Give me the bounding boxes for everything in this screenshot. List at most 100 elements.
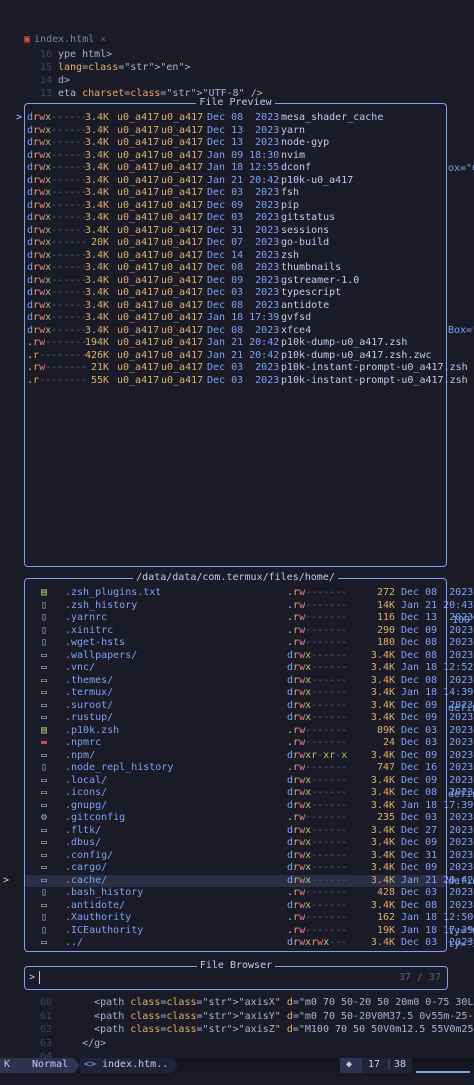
browser-row[interactable]: ▭ .gnupg/drwx------ 3.4K Jan 18 17:39 xyxy=(25,799,473,813)
date: Jan 18 17:39 xyxy=(207,312,280,323)
permissions: .rw------- xyxy=(287,587,348,598)
file-browser-prompt[interactable]: File Browser > 37 / 37 xyxy=(24,960,448,990)
browser-row[interactable]: ▯ .ICEauthority .rw------- 19K Jan 18 17:39 xyxy=(25,924,473,938)
folder-icon: ▭ xyxy=(40,662,48,673)
folder-icon: ▭ xyxy=(40,874,48,886)
entry-name: .dbus/ xyxy=(65,837,102,848)
browser-row[interactable]: ▯ .yarnrc .rw------- 116 Dec 13 2023 xyxy=(25,612,473,625)
code-text: d> xyxy=(58,75,71,86)
size: 14K xyxy=(376,599,395,611)
browser-row[interactable]: > ▭ .cache/drwx------ 3.4K Jan 21 20:42 xyxy=(3,874,473,887)
date: Dec 09 2023 xyxy=(401,749,474,761)
owner: u0_a417 xyxy=(117,187,160,198)
entry-name: typescript xyxy=(281,287,342,298)
close-icon[interactable]: × xyxy=(100,34,106,45)
size: 3.4K xyxy=(370,687,395,698)
permissions: drwxrwx--- xyxy=(287,937,348,948)
browser-row[interactable]: ▭ .npm/drwxr-xr-x 3.4K Dec 09 2023 xyxy=(25,749,473,763)
tab-index-html[interactable]: ▣ index.html × xyxy=(18,34,112,48)
entry-name: .zsh_history xyxy=(65,599,138,611)
browser-row[interactable]: ▯ .node_repl_history .rw------- 747 Dec 16 2… xyxy=(25,762,473,775)
size: 3.4K xyxy=(85,262,110,273)
date: Dec 27 2023 xyxy=(401,824,474,836)
size: 3.4K xyxy=(370,749,395,761)
browser-row[interactable]: ▭ .termux/drwx------ 3.4K Jan 18 14:39 xyxy=(25,687,473,700)
browser-row[interactable]: ▬ .npmrc .rw------- 24 Dec 03 2023 xyxy=(25,737,473,750)
date: Dec 07 2023 xyxy=(207,237,280,248)
file-browser-title: File Browser xyxy=(25,960,447,973)
permissions: .rw------- xyxy=(287,599,348,611)
group: u0_a417 xyxy=(161,299,204,311)
permissions: drwx------ xyxy=(27,137,88,148)
status-filename[interactable]: index.htm.. xyxy=(102,1059,168,1072)
browser-row[interactable]: ▭ .antidote/drwx------ 3.4K Dec 08 2023 xyxy=(25,899,473,913)
date: Dec 08 2023 xyxy=(207,262,280,273)
browser-row[interactable]: ▭ .themes/drwx------ 3.4K Dec 08 2023 xyxy=(25,675,473,688)
browser-row[interactable]: ▯ .wget-hsts .rw------- 180 Dec 08 2023 xyxy=(25,637,473,650)
date: Dec 03 2023 xyxy=(401,887,474,898)
date: Dec 09 2023 xyxy=(401,699,474,711)
date: Dec 08 2023 xyxy=(401,674,474,686)
size: 19K xyxy=(376,924,395,936)
entry-name: dconf xyxy=(281,162,312,173)
size: 3.4K xyxy=(370,899,395,911)
folder-icon: ▭ xyxy=(40,837,48,848)
group: u0_a417 xyxy=(161,137,204,148)
browser-row[interactable]: ⚙ .gitconfig .rw------- 235 Dec 03 2023 xyxy=(25,812,473,825)
browser-row[interactable]: ▭ .local/drwx------ 3.4K Dec 09 2023 xyxy=(25,774,473,788)
permissions: .rw------- xyxy=(287,737,348,748)
editor-line: 16 ype html> xyxy=(0,49,112,62)
permissions: .rw------- xyxy=(27,337,88,348)
group: u0_a417 xyxy=(161,237,204,248)
browser-row[interactable]: ▯ .Xauthority .rw------- 162 Jan 18 12:50 xyxy=(25,912,473,925)
entry-name: .gitconfig xyxy=(65,812,126,823)
entry-name: thumbnails xyxy=(281,262,342,273)
entry-name: mesa_shader_cache xyxy=(281,112,384,123)
entry-name: .gnupg/ xyxy=(65,799,108,811)
browser-row[interactable]: ▭ .cargo/drwx------ 3.4K Dec 09 2023 xyxy=(25,862,473,875)
owner: u0_a417 xyxy=(117,137,160,148)
browser-row[interactable]: ▯ .bash_history .rw------- 428 Dec 03 2023 xyxy=(25,887,473,900)
browser-row[interactable]: ▭ .vnc/drwx------ 3.4K Jan 18 12:52 xyxy=(25,662,473,675)
permissions: drwxr-xr-x xyxy=(287,749,348,761)
entry-name: yarn xyxy=(281,124,306,136)
browser-row[interactable]: ▤ .p10k.zsh .rw------- 89K Dec 03 2023 xyxy=(25,724,473,738)
mode-indicator: Normal xyxy=(32,1059,69,1070)
browser-row[interactable]: ▭ .icons/drwx------ 3.4K Dec 08 2023 xyxy=(25,787,473,800)
group: u0_a417 xyxy=(161,262,204,273)
browser-row[interactable]: ▭ .config/drwx------ 3.4K Dec 31 2023 xyxy=(25,849,473,863)
date: Dec 08 2023 xyxy=(401,899,474,911)
browser-row[interactable]: ▭ .dbus/drwx------ 3.4K Dec 09 2023 xyxy=(25,837,473,850)
permissions: drwx------ xyxy=(287,774,348,786)
date: Dec 03 2023 xyxy=(207,212,280,223)
folder-icon: ▭ xyxy=(40,712,48,723)
browser-row[interactable]: ▭ .fltk/drwx------ 3.4K Dec 27 2023 xyxy=(25,825,473,838)
folder-icon: ▭ xyxy=(40,862,48,873)
line-number: 15 xyxy=(39,62,52,73)
browser-row[interactable]: ▯ .zsh_history .rw------- 14K Jan 21 20:43 xyxy=(25,599,473,613)
permissions: drwx------ xyxy=(27,174,88,186)
permissions: drwx------ xyxy=(287,687,348,698)
permissions: drwx------ xyxy=(287,662,348,673)
file-icon: ▯ xyxy=(40,924,48,936)
file-icon: ▯ xyxy=(40,624,48,636)
owner: u0_a417 xyxy=(117,262,160,273)
date: Jan 18 12:52 xyxy=(401,662,474,673)
browser-row[interactable]: ▭ .suroot/drwx------ 3.4K Dec 09 2023 xyxy=(25,700,473,713)
browser-row[interactable]: ▭ .wallpapers/drwx------ 3.4K Dec 08 2023 xyxy=(25,650,473,663)
entry-name: .config/ xyxy=(65,849,114,861)
date: Dec 16 2023 xyxy=(401,762,474,773)
line-separator: | xyxy=(386,1059,393,1070)
code-text: ype html> xyxy=(58,49,113,60)
browser-row[interactable]: ▤ .zsh_plugins.txt .rw------- 272 Dec 08 202… xyxy=(25,587,473,600)
permissions: .rw------- xyxy=(287,724,348,736)
match-count: 37 / 37 xyxy=(398,972,441,983)
browser-row[interactable]: ▭ ../ drwxrwx--- 3.4K Dec 03 2023 xyxy=(25,937,473,950)
date: Dec 08 2023 xyxy=(401,649,474,661)
browser-row[interactable]: ▯ .xinitrc .rw------- 290 Dec 09 2023 xyxy=(25,624,473,638)
browser-row[interactable]: ▭ .rustup/drwx------ 3.4K Dec 09 2023 xyxy=(25,712,473,725)
entry-name: .p10k.zsh xyxy=(65,724,120,736)
group: u0_a417 xyxy=(161,162,204,173)
size: 3.4K xyxy=(370,712,395,723)
group: u0_a417 xyxy=(161,249,204,261)
